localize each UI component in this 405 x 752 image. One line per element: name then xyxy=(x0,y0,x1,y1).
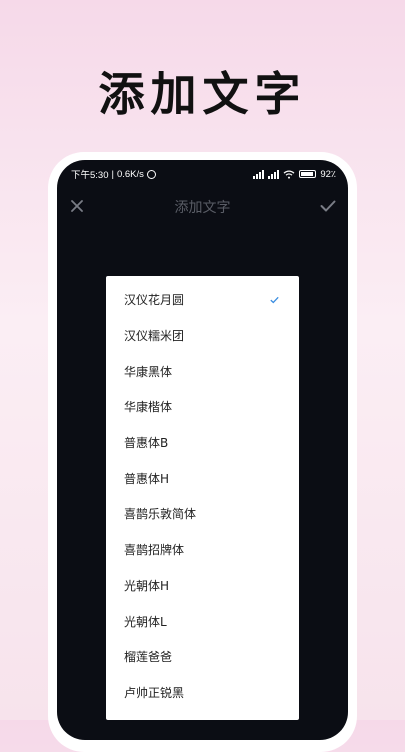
font-option[interactable]: 华康楷体 xyxy=(106,389,299,425)
font-option-label: 汉仪糯米团 xyxy=(124,329,185,344)
font-option[interactable]: 卢帅正锐黑 xyxy=(106,675,299,711)
font-option-label: 普惠体B xyxy=(124,436,169,451)
status-time: 下午5:30 xyxy=(71,170,109,181)
font-option[interactable]: 光朝体L xyxy=(106,603,299,639)
battery-icon xyxy=(299,170,317,178)
status-bar: 下午5:30 | 0.6K/s 92٪ xyxy=(71,168,336,182)
battery-percent: 92٪ xyxy=(320,168,336,180)
promo-title: 添加文字 xyxy=(98,67,307,121)
font-option-label: 华康黑体 xyxy=(124,364,173,379)
font-option[interactable]: 喜鹊乐敦简体 xyxy=(106,496,299,532)
font-option[interactable]: 汉仪糯米团 xyxy=(106,318,299,354)
font-option[interactable]: 喜鹊招牌体 xyxy=(106,532,299,568)
confirm-button[interactable] xyxy=(316,194,340,218)
page-title: 添加文字 xyxy=(174,200,231,216)
alarm-icon xyxy=(146,169,156,179)
font-option-label: 喜鹊乐敦简体 xyxy=(124,507,197,522)
font-option-label: 榴莲爸爸 xyxy=(124,650,173,665)
font-option-label: 华康楷体 xyxy=(124,400,173,415)
font-option[interactable]: 普惠体B xyxy=(106,425,299,461)
font-option[interactable]: 光朝体H xyxy=(106,568,299,604)
wifi-icon xyxy=(283,170,295,179)
signal-icon xyxy=(253,169,265,179)
font-option-label: 普惠体H xyxy=(124,471,170,486)
status-speed: 0.6K/s xyxy=(116,168,144,180)
font-option-label: 汉仪花月圆 xyxy=(124,293,185,308)
font-option-label: 光朝体H xyxy=(124,578,170,593)
top-bar: 添加文字 xyxy=(57,194,348,218)
signal-icon-2 xyxy=(268,169,280,179)
font-option-label: 光朝体L xyxy=(124,614,167,629)
font-option-label: 喜鹊招牌体 xyxy=(124,543,185,558)
check-icon xyxy=(320,200,336,212)
font-option[interactable]: 汉仪花月圆 xyxy=(106,282,299,318)
font-dropdown-menu: 汉仪花月圆 汉仪糯米团 华康黑体 华康楷体 普惠体B 普惠体H 喜鹊乐敦简体 喜… xyxy=(106,276,299,720)
selected-check-icon xyxy=(270,296,279,304)
font-option[interactable]: 榴莲爸爸 xyxy=(106,639,299,675)
font-option[interactable]: 华康黑体 xyxy=(106,353,299,389)
font-option[interactable]: 普惠体H xyxy=(106,460,299,496)
font-option-label: 卢帅正锐黑 xyxy=(124,685,185,700)
